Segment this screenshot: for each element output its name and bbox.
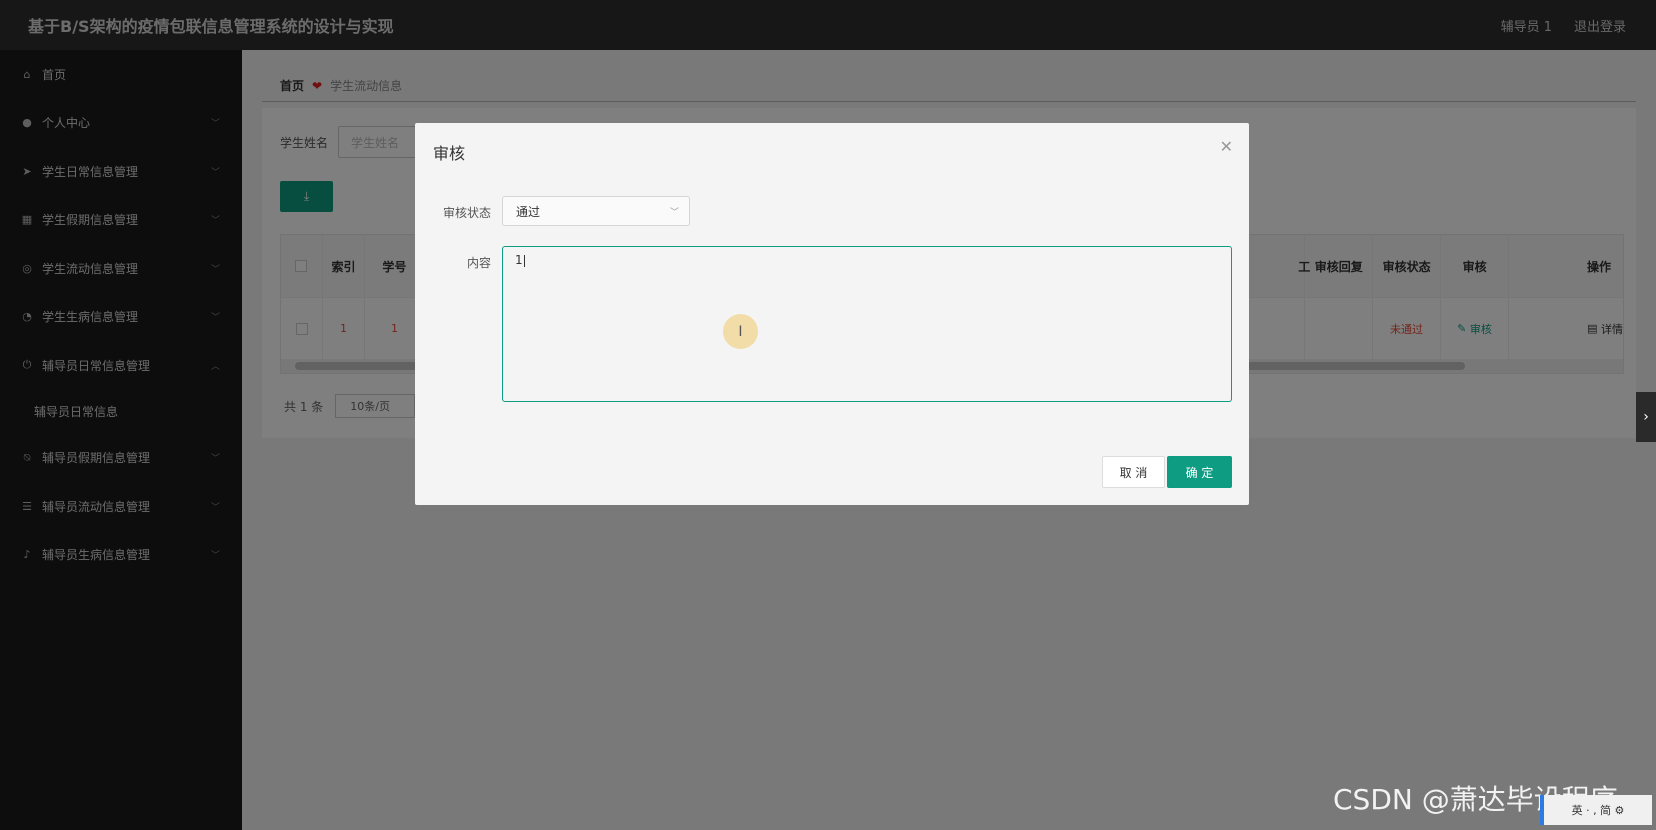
- chevron-right-icon[interactable]: ›: [1636, 392, 1656, 442]
- confirm-button[interactable]: 确 定: [1167, 456, 1232, 488]
- content-value: 1: [515, 253, 523, 267]
- status-select-value: 通过: [516, 204, 541, 219]
- close-icon[interactable]: ✕: [1220, 137, 1233, 156]
- text-caret: [523, 254, 525, 267]
- content-label: 内容: [466, 256, 491, 270]
- content-textarea[interactable]: 1: [502, 246, 1232, 402]
- ime-toolbar[interactable]: 英 · , 简 ⚙: [1540, 795, 1652, 825]
- status-label: 审核状态: [442, 206, 491, 220]
- review-dialog: 审核 ✕ 审核状态 通过 ﹀ 内容 1 取 消 确 定: [415, 123, 1249, 505]
- status-select[interactable]: 通过 ﹀: [502, 196, 690, 226]
- text-cursor-icon: I: [723, 314, 758, 349]
- chevron-down-icon: ﹀: [669, 207, 679, 218]
- cancel-button[interactable]: 取 消: [1102, 456, 1165, 488]
- dialog-title: 审核: [433, 144, 466, 163]
